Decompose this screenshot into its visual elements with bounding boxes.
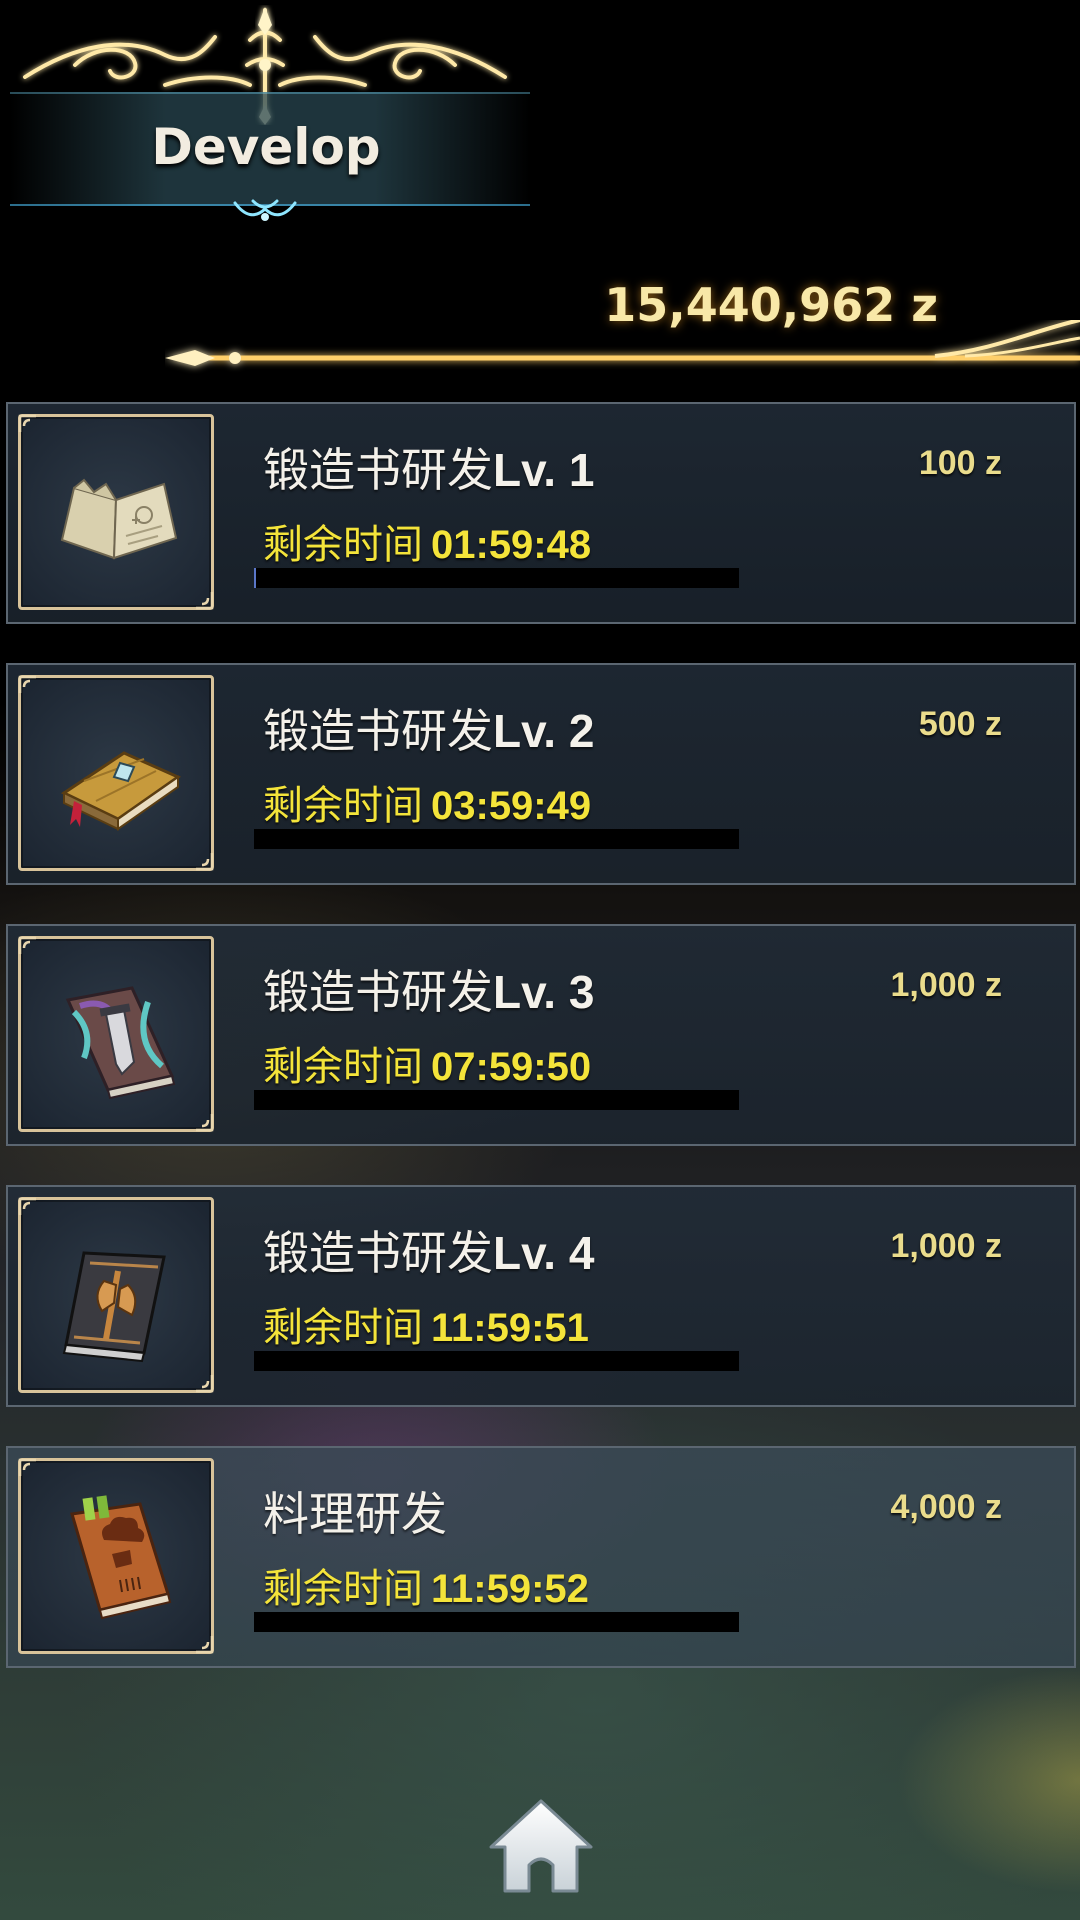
axe-book-icon bbox=[62, 1251, 166, 1363]
item-remaining-time: 剩余时间 07:59:50 bbox=[263, 1034, 591, 1092]
item-level: Lv. 2 bbox=[493, 705, 595, 757]
sword-book-icon bbox=[65, 986, 176, 1100]
develop-item-forging-lv1[interactable]: 锻造书研发Lv. 1 100 z 剩余时间 01:59:48 bbox=[6, 402, 1076, 624]
item-level: Lv. 1 bbox=[493, 444, 595, 496]
item-icon-frame bbox=[18, 1197, 214, 1393]
frame-corner-ornament bbox=[196, 1636, 214, 1654]
item-remaining-time: 剩余时间 03:59:49 bbox=[263, 773, 591, 831]
item-cost: 1,000 z bbox=[890, 1227, 1002, 1265]
home-button[interactable] bbox=[481, 1795, 601, 1895]
home-icon bbox=[489, 1799, 593, 1893]
time-label: 剩余时间 bbox=[263, 784, 423, 828]
item-remaining-time: 剩余时间 11:59:51 bbox=[263, 1295, 589, 1353]
frame-corner-ornament bbox=[18, 1458, 36, 1476]
time-label: 剩余时间 bbox=[263, 1045, 423, 1089]
item-title: 锻造书研发Lv. 4 bbox=[263, 1217, 594, 1283]
frame-corner-ornament bbox=[196, 1114, 214, 1132]
item-title: 锻造书研发Lv. 3 bbox=[263, 956, 594, 1022]
item-name: 锻造书研发 bbox=[263, 966, 493, 1018]
item-remaining-time: 剩余时间 01:59:48 bbox=[263, 512, 591, 570]
wooden-book-icon bbox=[60, 751, 182, 831]
item-icon-frame bbox=[18, 414, 214, 610]
development-list: 锻造书研发Lv. 1 100 z 剩余时间 01:59:48 锻造书研发Lv. 2… bbox=[6, 402, 1076, 1707]
cooking-book-icon bbox=[70, 1495, 172, 1620]
time-value: 11:59:52 bbox=[431, 1567, 589, 1611]
item-cost: 100 z bbox=[918, 444, 1002, 482]
item-cost: 4,000 z bbox=[890, 1488, 1002, 1526]
frame-corner-ornament bbox=[18, 414, 36, 432]
item-icon-frame bbox=[18, 1458, 214, 1654]
item-title: 锻造书研发Lv. 2 bbox=[263, 695, 594, 761]
frame-corner-ornament bbox=[18, 1197, 36, 1215]
develop-item-forging-lv2[interactable]: 锻造书研发Lv. 2 500 z 剩余时间 03:59:49 bbox=[6, 663, 1076, 885]
item-level: Lv. 3 bbox=[493, 966, 595, 1018]
tattered-book-icon bbox=[60, 478, 178, 560]
item-name: 锻造书研发 bbox=[263, 444, 493, 496]
gold-divider-line bbox=[165, 320, 1080, 366]
time-value: 03:59:49 bbox=[431, 784, 592, 828]
progress-fill bbox=[254, 568, 257, 588]
progress-bar bbox=[254, 568, 739, 588]
time-value: 11:59:51 bbox=[431, 1306, 589, 1350]
item-cost: 1,000 z bbox=[890, 966, 1002, 1004]
time-label: 剩余时间 bbox=[263, 523, 423, 567]
frame-corner-ornament bbox=[196, 853, 214, 871]
item-name: 锻造书研发 bbox=[263, 1227, 493, 1279]
frame-corner-ornament bbox=[196, 1375, 214, 1393]
page-title: Develop bbox=[151, 118, 381, 176]
title-banner: Develop bbox=[0, 0, 540, 240]
item-icon-frame bbox=[18, 675, 214, 871]
time-label: 剩余时间 bbox=[263, 1306, 423, 1350]
develop-item-cooking[interactable]: 料理研发 4,000 z 剩余时间 11:59:52 bbox=[6, 1446, 1076, 1668]
frame-corner-ornament bbox=[196, 592, 214, 610]
progress-bar bbox=[254, 829, 739, 849]
item-name: 锻造书研发 bbox=[263, 705, 493, 757]
item-icon-frame bbox=[18, 936, 214, 1132]
develop-item-forging-lv3[interactable]: 锻造书研发Lv. 3 1,000 z 剩余时间 07:59:50 bbox=[6, 924, 1076, 1146]
frame-corner-ornament bbox=[18, 936, 36, 954]
frame-corner-ornament bbox=[18, 675, 36, 693]
time-label: 剩余时间 bbox=[263, 1567, 423, 1611]
time-value: 07:59:50 bbox=[431, 1045, 592, 1089]
item-level: Lv. 4 bbox=[493, 1227, 595, 1279]
item-remaining-time: 剩余时间 11:59:52 bbox=[263, 1556, 589, 1614]
item-title: 锻造书研发Lv. 1 bbox=[263, 434, 594, 500]
progress-bar bbox=[254, 1090, 739, 1110]
develop-item-forging-lv4[interactable]: 锻造书研发Lv. 4 1,000 z 剩余时间 11:59:51 bbox=[6, 1185, 1076, 1407]
time-value: 01:59:48 bbox=[431, 523, 592, 567]
blue-crest-ornament bbox=[233, 199, 297, 221]
item-title: 料理研发 bbox=[263, 1478, 447, 1544]
progress-bar bbox=[254, 1351, 739, 1371]
item-name: 料理研发 bbox=[263, 1488, 447, 1540]
item-cost: 500 z bbox=[918, 705, 1002, 743]
progress-bar bbox=[254, 1612, 739, 1632]
